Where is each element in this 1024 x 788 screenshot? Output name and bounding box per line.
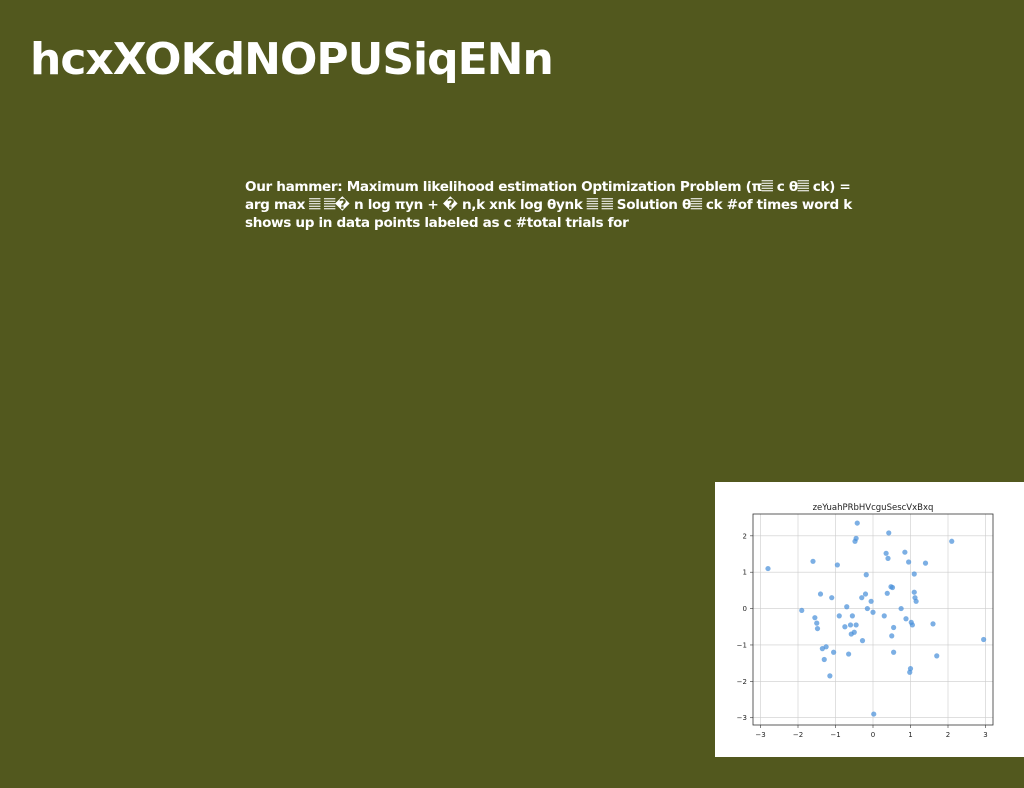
x-tick-label: 0 (871, 731, 875, 739)
scatter-point (922, 560, 929, 566)
scatter-point (765, 565, 771, 572)
scatter-point (862, 591, 869, 597)
scatter-point (891, 649, 897, 655)
scatter-point (812, 615, 818, 621)
scatter-point (823, 644, 829, 650)
y-tick-label: 1 (743, 569, 747, 577)
scatter-point (847, 622, 854, 628)
scatter-point (898, 605, 904, 612)
y-tick-label: −3 (737, 714, 747, 722)
scatter-point (853, 622, 859, 628)
scatter-point (891, 624, 897, 631)
scatter-point (827, 673, 833, 679)
scatter-point (799, 607, 805, 614)
scatter-point (911, 571, 917, 577)
scatter-point (868, 598, 874, 604)
scatter-point (885, 555, 891, 561)
chart-grid (753, 514, 993, 725)
scatter-point (834, 562, 840, 568)
scatter-point (854, 520, 860, 526)
scatter-point (907, 666, 914, 672)
x-tick-label: 2 (946, 731, 950, 739)
scatter-point (884, 590, 890, 596)
scatter-figure: zeYuahPRbHVcguSescVxBxq −3 −2 −1 0 1 2 3 −3 −2 −1… (715, 482, 1024, 757)
x-tick-label: −2 (793, 731, 803, 739)
y-tick-label: −1 (737, 641, 747, 649)
scatter-point (821, 656, 827, 663)
scatter-chart: zeYuahPRbHVcguSescVxBxq −3 −2 −1 0 1 2 3 −3 −2 −1… (737, 503, 994, 739)
scatter-point (881, 613, 887, 619)
scatter-point (829, 595, 835, 601)
scatter-point (889, 633, 895, 639)
x-tick-label: −3 (755, 731, 765, 739)
scatter-point (851, 629, 857, 635)
scatter-point (810, 558, 816, 564)
slide-title: hcxXOKdNOPUSiqENn (30, 34, 554, 85)
scatter-point (831, 649, 837, 655)
scatter-point (864, 605, 870, 612)
scatter-point (842, 624, 848, 630)
scatter-point (846, 651, 852, 657)
scatter-point (903, 616, 909, 622)
scatter-point (883, 550, 889, 556)
scatter-point (844, 604, 850, 610)
scatter-point (853, 535, 859, 541)
scatter-point (859, 595, 865, 601)
scatter-point (863, 572, 869, 578)
x-tick-label: 1 (908, 731, 912, 739)
scatter-point (981, 636, 987, 643)
scatter-point (902, 549, 908, 555)
scatter-point (934, 653, 940, 659)
scatter-point (849, 613, 855, 619)
scatter-point (836, 613, 842, 619)
scatter-point (930, 621, 936, 627)
scatter-point (870, 609, 876, 615)
scatter-point (949, 538, 955, 544)
chart-title: zeYuahPRbHVcguSescVxBxq (813, 503, 934, 513)
y-tick-label: 2 (743, 532, 747, 540)
y-tick-label: 0 (743, 605, 747, 613)
x-tick-label: −1 (830, 731, 840, 739)
scatter-point (913, 598, 919, 604)
slide-body-text: Our hammer: Maximum likelihood estimatio… (245, 179, 852, 231)
y-tick-label: −2 (737, 678, 747, 686)
chart-ticks: −3 −2 −1 0 1 2 3 −3 −2 −1 0 1 2 (737, 532, 988, 739)
x-tick-label: 3 (983, 731, 987, 739)
scatter-point (909, 622, 915, 628)
scatter-point (871, 711, 877, 717)
scatter-point (859, 638, 866, 644)
scatter-point (911, 589, 917, 595)
scatter-point (814, 625, 821, 632)
scatter-point (814, 620, 820, 626)
chart-points (765, 520, 987, 717)
scatter-point (817, 591, 824, 597)
scatter-point (889, 584, 896, 591)
scatter-point (886, 530, 892, 536)
scatter-point (906, 559, 912, 565)
